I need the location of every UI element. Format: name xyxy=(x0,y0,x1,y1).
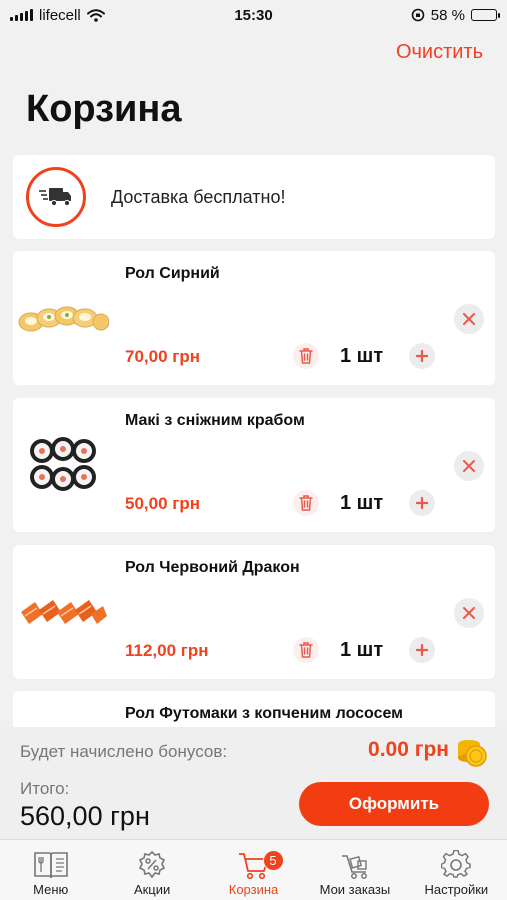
carrier-name: lifecell xyxy=(39,6,81,24)
plus-icon xyxy=(416,350,428,362)
tab-promotions[interactable]: Акции xyxy=(101,840,202,900)
bonus-value: 0.00 грн xyxy=(368,738,449,761)
rotation-lock-icon xyxy=(411,8,425,22)
item-price: 50,00 грн xyxy=(125,494,200,513)
item-quantity: 1 шт xyxy=(340,345,384,367)
item-name: Рол Сирний xyxy=(125,265,220,282)
plus-icon xyxy=(416,497,428,509)
item-quantity: 1 шт xyxy=(340,492,384,514)
plus-icon xyxy=(416,644,428,656)
remove-item-button[interactable] xyxy=(454,598,484,628)
close-icon xyxy=(463,607,475,619)
status-bar: lifecell 15:30 58 % xyxy=(0,0,507,30)
decrease-quantity-button[interactable] xyxy=(293,637,319,663)
total-label: Итого: xyxy=(20,779,70,798)
status-right: 58 % xyxy=(411,6,500,24)
bonus-label: Будет начислено бонусов: xyxy=(20,742,228,761)
tab-menu[interactable]: Меню xyxy=(0,840,101,900)
item-name: Рол Футомаки з копченим лососем xyxy=(125,705,404,722)
total-value: 560,00 грн xyxy=(20,801,150,831)
decrease-quantity-button[interactable] xyxy=(293,490,319,516)
cart-item: Рол Сирний 70,00 грн 1 шт xyxy=(13,251,495,385)
close-icon xyxy=(463,313,475,325)
page-title: Корзина xyxy=(26,88,182,130)
remove-item-button[interactable] xyxy=(454,451,484,481)
status-left: lifecell xyxy=(10,7,105,24)
delivery-truck-icon xyxy=(26,167,86,227)
item-name: Макі з сніжним крабом xyxy=(125,412,305,429)
tab-label: Корзина xyxy=(228,882,279,897)
delivery-banner: Доставка бесплатно! xyxy=(13,155,495,239)
coins-icon xyxy=(458,740,487,767)
battery-icon xyxy=(471,9,500,21)
orders-cart-icon xyxy=(341,855,367,879)
tab-settings[interactable]: Настройки xyxy=(406,840,507,900)
menu-book-icon xyxy=(33,852,68,879)
clear-cart-button[interactable]: Очистить xyxy=(396,41,483,64)
increase-quantity-button[interactable] xyxy=(409,490,435,516)
product-image xyxy=(13,432,113,498)
trash-icon xyxy=(299,348,313,364)
item-quantity: 1 шт xyxy=(340,639,384,661)
product-image xyxy=(13,579,113,645)
cart-badge: 5 xyxy=(262,850,284,871)
increase-quantity-button[interactable] xyxy=(409,343,435,369)
tab-label: Меню xyxy=(33,882,69,897)
battery-percent: 58 % xyxy=(430,6,465,24)
tab-cart[interactable]: 5 Корзина xyxy=(203,840,304,900)
remove-item-button[interactable] xyxy=(454,304,484,334)
trash-icon xyxy=(299,642,313,658)
tab-bar: Меню Акции 5 Корзина Мои заказы Настройк… xyxy=(0,839,507,900)
checkout-button[interactable]: Оформить xyxy=(299,782,489,826)
increase-quantity-button[interactable] xyxy=(409,637,435,663)
decrease-quantity-button[interactable] xyxy=(293,343,319,369)
order-summary: Будет начислено бонусов: 0.00 грн Итого:… xyxy=(0,727,507,839)
discount-icon xyxy=(139,850,166,879)
tab-label: Акции xyxy=(133,882,171,897)
item-price: 112,00 грн xyxy=(125,641,209,660)
tab-label: Настройки xyxy=(424,882,489,897)
cart-item: Макі з сніжним крабом 50,00 грн 1 шт xyxy=(13,398,495,532)
wifi-icon xyxy=(86,8,105,22)
item-price: 70,00 грн xyxy=(125,347,200,366)
trash-icon xyxy=(299,495,313,511)
cart-item: Рол Червоний Дракон 112,00 грн 1 шт xyxy=(13,545,495,679)
close-icon xyxy=(463,460,475,472)
product-image xyxy=(13,285,113,351)
delivery-text: Доставка бесплатно! xyxy=(111,186,286,207)
item-name: Рол Червоний Дракон xyxy=(125,559,300,576)
gear-icon xyxy=(441,850,472,878)
tab-label: Мои заказы xyxy=(319,882,391,897)
tab-my-orders[interactable]: Мои заказы xyxy=(304,840,405,900)
signal-icon xyxy=(10,9,33,21)
